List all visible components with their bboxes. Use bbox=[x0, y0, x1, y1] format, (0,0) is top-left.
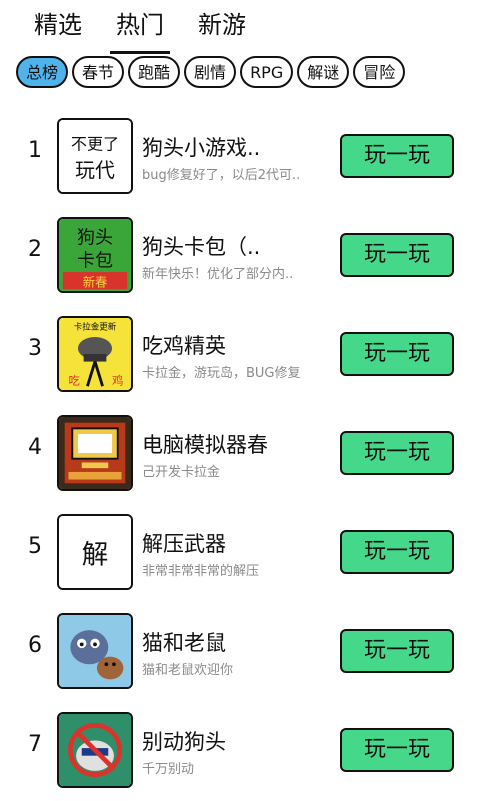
play-button[interactable]: 玩一玩 bbox=[340, 431, 454, 475]
rank-number: 4 bbox=[28, 435, 42, 460]
game-description: bug修复好了，以后2代可.. bbox=[142, 168, 301, 183]
card-pack-icon: 狗头 卡包 新春 bbox=[59, 219, 131, 291]
tab-featured[interactable]: 精选 bbox=[28, 8, 88, 48]
game-title[interactable]: 狗头小游戏.. bbox=[142, 132, 332, 162]
game-thumbnail[interactable] bbox=[57, 415, 133, 491]
game-thumbnail[interactable] bbox=[57, 712, 133, 788]
cat-mouse-icon bbox=[59, 615, 131, 687]
game-title[interactable]: 狗头卡包（.. bbox=[142, 231, 332, 261]
play-button[interactable]: 玩一玩 bbox=[340, 233, 454, 277]
category-filter-bar: 总榜 春节 跑酷 剧情 RPG 解谜 冒险 bbox=[16, 56, 406, 88]
game-thumbnail[interactable]: 解 bbox=[57, 514, 133, 590]
chip-parkour[interactable]: 跑酷 bbox=[128, 56, 181, 88]
game-thumbnail[interactable]: 狗头 卡包 新春 bbox=[57, 217, 133, 293]
chip-adventure[interactable]: 冒险 bbox=[353, 56, 406, 88]
rank-number: 6 bbox=[28, 633, 42, 658]
rank-number: 2 bbox=[28, 237, 42, 262]
game-title[interactable]: 解压武器 bbox=[142, 528, 332, 558]
list-item: 3 卡拉金更新 吃 鸡 吃鸡精英 卡拉金，游玩岛，BUG修复 玩一玩 bbox=[0, 306, 480, 405]
computer-icon bbox=[59, 417, 131, 489]
game-description: 猫和老鼠欢迎你 bbox=[142, 663, 234, 678]
game-description: 卡拉金，游玩岛，BUG修复 bbox=[142, 366, 301, 381]
game-list: 1 不更了 玩代 狗头小游戏.. bug修复好了，以后2代可.. 玩一玩 2 狗… bbox=[0, 108, 480, 801]
handwritten-icon: 不更了 玩代 bbox=[59, 120, 131, 192]
icon-text-line-3: 新春 bbox=[83, 274, 108, 289]
play-button[interactable]: 玩一玩 bbox=[340, 134, 454, 178]
game-title[interactable]: 猫和老鼠 bbox=[142, 627, 332, 657]
top-tab-bar: 精选 热门 新游 bbox=[28, 8, 252, 54]
helmet-icon: 卡拉金更新 吃 鸡 bbox=[59, 318, 131, 390]
chip-puzzle[interactable]: 解谜 bbox=[297, 56, 350, 88]
handwritten-icon: 解 bbox=[59, 516, 131, 588]
list-item: 7 别动狗头 千万别动 玩一玩 bbox=[0, 702, 480, 801]
icon-text-line-2: 玩代 bbox=[75, 159, 115, 182]
rank-number: 3 bbox=[28, 336, 42, 361]
play-button[interactable]: 玩一玩 bbox=[340, 728, 454, 772]
icon-text-line-1: 狗头 bbox=[77, 228, 113, 249]
list-item: 2 狗头 卡包 新春 狗头卡包（.. 新年快乐！优化了部分内.. 玩一玩 bbox=[0, 207, 480, 306]
list-item: 6 猫和老鼠 猫和老鼠欢迎你 玩一玩 bbox=[0, 603, 480, 702]
game-title[interactable]: 吃鸡精英 bbox=[142, 330, 332, 360]
list-item: 5 解 解压武器 非常非常非常的解压 玩一玩 bbox=[0, 504, 480, 603]
chip-rpg[interactable]: RPG bbox=[240, 56, 294, 88]
rank-number: 5 bbox=[28, 534, 42, 559]
play-button[interactable]: 玩一玩 bbox=[340, 332, 454, 376]
tab-new-games[interactable]: 新游 bbox=[192, 8, 252, 48]
chip-spring-festival[interactable]: 春节 bbox=[72, 56, 125, 88]
play-button[interactable]: 玩一玩 bbox=[340, 629, 454, 673]
rank-number: 1 bbox=[28, 138, 42, 163]
game-thumbnail[interactable]: 卡拉金更新 吃 鸡 bbox=[57, 316, 133, 392]
list-item: 1 不更了 玩代 狗头小游戏.. bug修复好了，以后2代可.. 玩一玩 bbox=[0, 108, 480, 207]
tab-popular[interactable]: 热门 bbox=[110, 8, 170, 54]
rank-number: 7 bbox=[28, 732, 42, 757]
chip-story[interactable]: 剧情 bbox=[184, 56, 237, 88]
game-description: 新年快乐！优化了部分内.. bbox=[142, 267, 294, 282]
game-description: 己开发卡拉金 bbox=[142, 465, 221, 480]
game-description: 非常非常非常的解压 bbox=[142, 564, 260, 579]
icon-text-line-1: 解 bbox=[82, 539, 109, 570]
game-description: 千万别动 bbox=[142, 762, 195, 777]
chip-overall[interactable]: 总榜 bbox=[16, 56, 69, 88]
icon-text-line-2: 卡包 bbox=[77, 250, 113, 271]
icon-text-line-2: 吃 bbox=[68, 373, 79, 387]
game-thumbnail[interactable] bbox=[57, 613, 133, 689]
no-dog-icon bbox=[59, 714, 131, 786]
icon-text-line-1: 卡拉金更新 bbox=[74, 321, 117, 332]
game-thumbnail[interactable]: 不更了 玩代 bbox=[57, 118, 133, 194]
list-item: 4 电脑模拟器春 己开发卡拉金 玩一玩 bbox=[0, 405, 480, 504]
play-button[interactable]: 玩一玩 bbox=[340, 530, 454, 574]
game-title[interactable]: 别动狗头 bbox=[142, 726, 332, 756]
game-title[interactable]: 电脑模拟器春 bbox=[142, 429, 332, 459]
icon-text-line-3: 鸡 bbox=[112, 373, 123, 387]
icon-text-line-1: 不更了 bbox=[71, 134, 119, 153]
